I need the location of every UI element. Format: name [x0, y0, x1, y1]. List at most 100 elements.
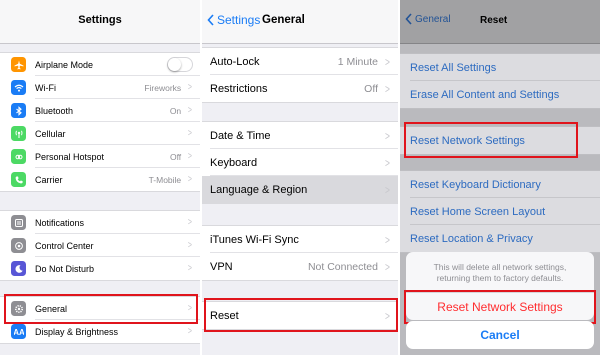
chevron-right-icon: >	[385, 232, 390, 247]
settings-row-carrier[interactable]: Carrier T-Mobile >	[0, 168, 200, 191]
row-value: On	[169, 105, 182, 116]
back-button-settings[interactable]: Settings	[207, 13, 260, 27]
settings-row-notifications[interactable]: Notifications >	[0, 211, 200, 234]
row-value: Not Connected	[307, 260, 378, 273]
general-group-sync: iTunes Wi-Fi Sync > VPN Not Connected >	[202, 225, 398, 281]
reset-location-privacy-button[interactable]: Reset Location & Privacy	[400, 225, 600, 252]
notifications-icon	[11, 215, 26, 230]
general-row-keyboard[interactable]: Keyboard >	[202, 149, 398, 176]
row-label: Restrictions	[210, 82, 268, 95]
row-label: Reset Home Screen Layout	[410, 205, 546, 218]
chevron-right-icon: >	[188, 174, 193, 185]
row-label: Display & Brightness	[35, 326, 119, 337]
reset-panel: General Reset Reset All Settings Erase A…	[400, 0, 600, 355]
settings-row-personal-hotspot[interactable]: Personal Hotspot Off >	[0, 145, 200, 168]
settings-panel: Settings Airplane Mode Wi-Fi Fireworks >…	[0, 0, 200, 355]
general-group-locale: Date & Time > Keyboard > Language & Regi…	[202, 121, 398, 204]
wifi-icon	[11, 80, 26, 95]
sheet-message: This will delete all network settings, r…	[433, 262, 567, 283]
row-label: Wi-Fi	[35, 82, 56, 93]
back-label: Settings	[217, 13, 261, 27]
row-value: Off	[364, 82, 378, 95]
erase-all-content-button[interactable]: Erase All Content and Settings	[400, 81, 600, 108]
row-label: Carrier	[35, 174, 63, 185]
row-label: Erase All Content and Settings	[410, 88, 560, 101]
settings-row-do-not-disturb[interactable]: Do Not Disturb >	[0, 257, 200, 280]
general-row-vpn[interactable]: VPN Not Connected >	[202, 253, 398, 280]
chevron-right-icon: >	[385, 128, 390, 143]
row-value: 1 Minute	[337, 55, 378, 68]
settings-title: Settings	[78, 14, 122, 26]
row-label: Auto-Lock	[210, 55, 260, 68]
reset-keyboard-dictionary-button[interactable]: Reset Keyboard Dictionary	[400, 171, 600, 198]
hotspot-icon	[11, 149, 26, 164]
chevron-right-icon: >	[188, 151, 193, 162]
reset-all-settings-button[interactable]: Reset All Settings	[400, 54, 600, 81]
settings-row-control-center[interactable]: Control Center >	[0, 234, 200, 257]
chevron-right-icon: >	[385, 81, 390, 96]
chevron-left-icon	[207, 14, 214, 26]
chevron-right-icon: >	[188, 240, 193, 251]
chevron-right-icon: >	[188, 105, 193, 116]
chevron-right-icon: >	[188, 217, 193, 228]
general-row-auto-lock[interactable]: Auto-Lock 1 Minute >	[202, 48, 398, 75]
general-row-highlight	[4, 294, 198, 324]
confirm-highlight	[404, 290, 596, 324]
chevron-right-icon: >	[188, 82, 193, 93]
settings-navbar: Settings	[0, 0, 200, 44]
cellular-icon	[11, 126, 26, 141]
general-row-date-time[interactable]: Date & Time >	[202, 122, 398, 149]
airplane-icon	[11, 57, 26, 72]
row-label: Date & Time	[210, 129, 271, 142]
settings-row-airplane-mode[interactable]: Airplane Mode	[0, 53, 200, 76]
settings-group-connectivity: Airplane Mode Wi-Fi Fireworks > Bluetoot…	[0, 52, 200, 192]
row-value: T-Mobile	[148, 174, 182, 185]
row-label: Cellular	[35, 128, 66, 139]
cancel-button[interactable]: Cancel	[406, 321, 594, 349]
control-center-icon	[11, 238, 26, 253]
airplane-mode-toggle[interactable]	[167, 57, 193, 72]
network-row-highlight	[404, 122, 578, 158]
row-value: Off	[169, 151, 182, 162]
settings-row-bluetooth[interactable]: Bluetooth On >	[0, 99, 200, 122]
reset-home-screen-layout-button[interactable]: Reset Home Screen Layout	[400, 198, 600, 225]
row-label: Language & Region	[210, 183, 308, 196]
general-panel: Settings General Auto-Lock 1 Minute > Re…	[202, 0, 398, 355]
reset-group-other: Reset Keyboard Dictionary Reset Home Scr…	[400, 170, 600, 253]
general-group-lock: Auto-Lock 1 Minute > Restrictions Off >	[202, 47, 398, 103]
row-label: Reset All Settings	[410, 61, 497, 74]
bluetooth-icon	[11, 103, 26, 118]
chevron-right-icon: >	[188, 128, 193, 139]
moon-icon	[11, 261, 26, 276]
svg-text:AA: AA	[14, 328, 24, 337]
row-label: Keyboard	[210, 156, 258, 169]
row-label: Airplane Mode	[35, 59, 94, 70]
chevron-right-icon: >	[188, 263, 193, 274]
reset-group-all: Reset All Settings Erase All Content and…	[400, 53, 600, 109]
phone-icon	[11, 172, 26, 187]
general-navbar: Settings General	[202, 0, 398, 44]
row-label: VPN	[210, 260, 233, 273]
row-label: Do Not Disturb	[35, 263, 95, 274]
row-value: Fireworks	[144, 82, 182, 93]
chevron-right-icon: >	[385, 259, 390, 274]
row-label: Control Center	[35, 240, 94, 251]
settings-row-wifi[interactable]: Wi-Fi Fireworks >	[0, 76, 200, 99]
row-label: Personal Hotspot	[35, 151, 105, 162]
general-title: General	[262, 14, 305, 26]
settings-group-system: Notifications > Control Center > Do Not …	[0, 210, 200, 281]
general-row-itunes-wifi-sync[interactable]: iTunes Wi-Fi Sync >	[202, 226, 398, 253]
reset-row-highlight	[204, 298, 398, 332]
chevron-right-icon: >	[385, 182, 390, 197]
row-label: Reset Location & Privacy	[410, 232, 533, 245]
row-label: Bluetooth	[35, 105, 74, 116]
settings-row-cellular[interactable]: Cellular >	[0, 122, 200, 145]
general-row-restrictions[interactable]: Restrictions Off >	[202, 75, 398, 102]
chevron-right-icon: >	[385, 155, 390, 170]
row-label: iTunes Wi-Fi Sync	[210, 233, 299, 246]
chevron-right-icon: >	[385, 54, 390, 69]
general-row-language-region[interactable]: Language & Region >	[202, 176, 398, 203]
brightness-icon: AA	[11, 324, 26, 339]
chevron-right-icon: >	[188, 326, 193, 337]
row-label: Notifications	[35, 217, 85, 228]
